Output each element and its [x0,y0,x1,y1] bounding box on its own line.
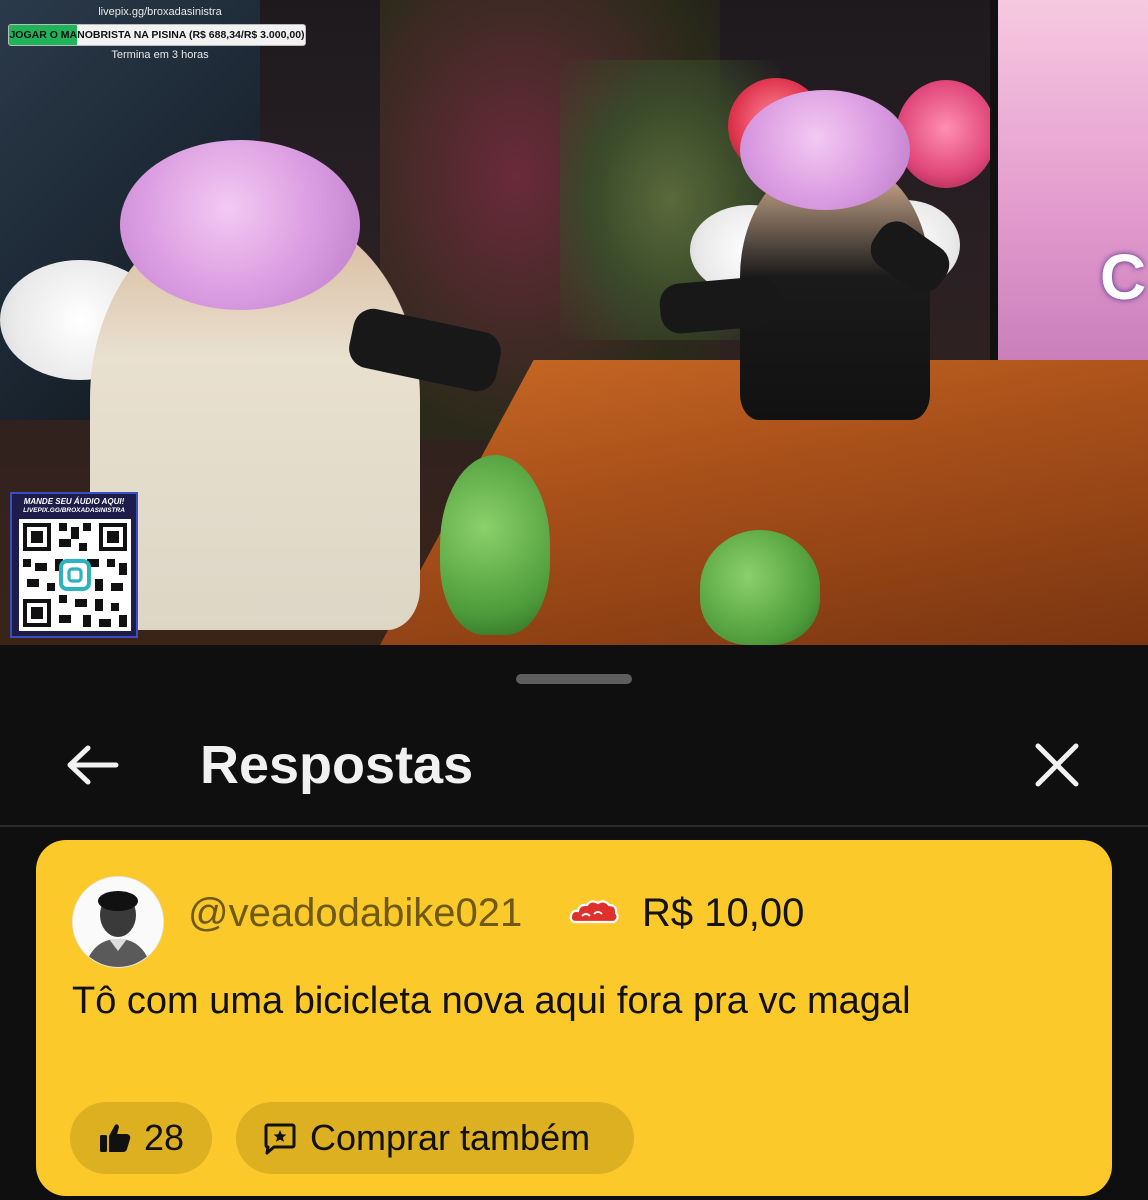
background-screen [990,0,1148,380]
frog-plush [700,530,820,645]
microphone [658,274,782,336]
like-button[interactable]: 28 [70,1102,212,1174]
qr-code-icon [19,519,131,631]
goal-text: JOGAR O MANOBRISTA NA PISINA (R$ 688,34/… [9,29,305,41]
qr-subtitle: LIVEPIX.GG/BROXADASINISTRA [23,507,125,514]
frog-plush [440,455,550,635]
buy-too-button[interactable]: Comprar também [236,1102,634,1174]
close-button[interactable] [1022,730,1092,800]
video-player[interactable]: C livepix.gg/broxadasinistra JOGAR O MAN… [0,0,1148,645]
replies-sheet: Respostas @veadodabike021 R$ 10,00 Tô co… [0,650,1148,1200]
overlay-link: livepix.gg/broxadasinistra [98,6,222,18]
screen-text: C [1100,241,1147,313]
donation-goal-bar: JOGAR O MANOBRISTA NA PISINA (R$ 688,34/… [8,24,306,46]
qr-panel: MANDE SEU ÁUDIO AQUI! LIVEPIX.GG/BROXADA… [10,492,138,638]
comment-author[interactable]: @veadodabike021 [188,888,522,938]
donation-amount: R$ 10,00 [642,891,805,935]
pink-wig [120,140,360,310]
buy-too-label: Comprar também [310,1117,591,1158]
pink-wig [740,90,910,210]
back-button[interactable] [58,730,128,800]
drag-handle[interactable] [516,674,632,684]
super-chat-card: @veadodabike021 R$ 10,00 Tô com uma bici… [36,840,1112,1196]
super-chat-icon [264,1123,296,1155]
qr-title: MANDE SEU ÁUDIO AQUI! [23,497,125,506]
page-title: Respostas [200,735,474,795]
close-icon [1035,743,1079,787]
arrow-left-icon [67,745,119,785]
lantern [896,80,996,188]
goal-time-left: Termina em 3 horas [111,49,209,61]
avatar[interactable] [72,876,164,968]
avatar-photo [73,877,163,967]
thumbs-up-icon [100,1124,131,1152]
header-divider [0,825,1148,827]
akatsuki-cloud-icon [569,900,619,924]
sheet-header: Respostas [0,710,1148,820]
like-count: 28 [144,1117,185,1158]
comment-text: Tô com uma bicicleta nova aqui fora pra … [72,980,911,1022]
